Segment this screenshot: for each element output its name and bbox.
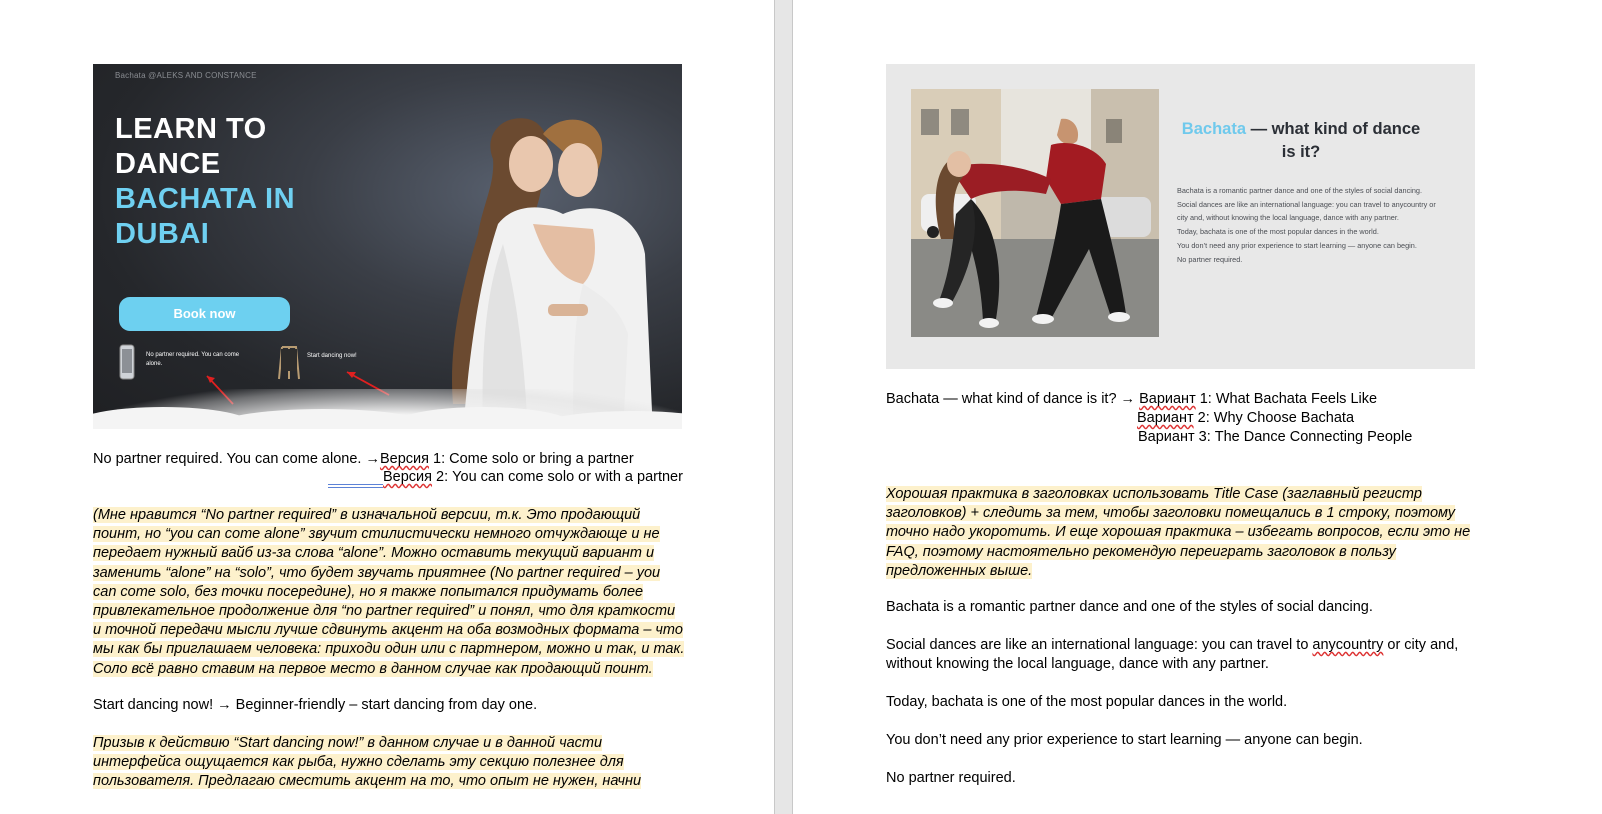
comment-line: пользователя. Предлагаю сместить акцент … bbox=[93, 773, 642, 790]
comment-line: передает нужный вайб из-за слова “alone”… bbox=[93, 545, 655, 562]
document-page-right: Bachata — what kind of dance is it? Bach… bbox=[793, 0, 1602, 814]
body-paragraph: Social dances are like an international … bbox=[886, 636, 1458, 655]
comment-line: Призыв к действию “Start dancing now!” в… bbox=[93, 735, 603, 751]
version-2-text: 2: You can come solo or with a partner bbox=[432, 469, 683, 485]
variant-word: Вариант bbox=[1137, 410, 1194, 426]
heading-variant-line-2: Вариант 2: Why Choose Bachata bbox=[1137, 409, 1354, 428]
comment-highlight-3: Хорошая практика в заголовках использова… bbox=[886, 485, 1471, 581]
banner-paragraph: No partner required. bbox=[1177, 254, 1243, 264]
hero-title: LEARN TO DANCE BACHATA IN DUBAI bbox=[115, 112, 355, 252]
variant-line-1: No partner required. You can come alone.… bbox=[93, 450, 634, 469]
variant-word: Вариант bbox=[1139, 391, 1196, 407]
variant-line-2: Версия 2: You can come solo or with a pa… bbox=[383, 468, 683, 487]
dancing-couple-illustration bbox=[452, 118, 653, 429]
banner-paragraph: You don’t need any prior experience to s… bbox=[1177, 240, 1417, 250]
comment-line: мы как бы приглашаем человека: приходи о… bbox=[93, 641, 685, 658]
body-paragraph: Bachata is a romantic partner dance and … bbox=[886, 599, 1373, 615]
hero-title-line: DANCE bbox=[115, 148, 221, 180]
banner-body: Bachata is a romantic partner dance and … bbox=[1177, 184, 1437, 266]
variant-2-text: 2: Why Choose Bachata bbox=[1193, 410, 1355, 426]
comment-line: поинт, но “you can come alone” звучит ст… bbox=[93, 526, 660, 543]
body-paragraph: No partner required. bbox=[886, 770, 1016, 786]
original-heading: Bachata — what kind of dance is it? → bbox=[886, 391, 1136, 407]
variant-line-start-dancing: Start dancing now! → Beginner-friendly –… bbox=[93, 697, 538, 713]
comment-line: предложенных выше. bbox=[886, 562, 1033, 579]
comment-line: can come solo, без точки посередине), но… bbox=[93, 583, 644, 600]
comment-line: интерфейса ощущается как рыба, нужно сде… bbox=[93, 754, 624, 771]
version-word: Версия bbox=[379, 451, 429, 467]
book-now-button[interactable]: Book now bbox=[119, 297, 290, 331]
street-dance-illustration bbox=[911, 89, 1159, 337]
banner-paragraph: Social dances are like an international … bbox=[1177, 199, 1436, 223]
version-1-text: 1: Come solo or bring a partner bbox=[428, 451, 634, 467]
comment-line: заголовков) + следить за тем, чтобы заго… bbox=[886, 505, 1456, 522]
banner-paragraph: Today, bachata is one of the most popula… bbox=[1177, 227, 1379, 237]
comment-line: привлекательное продолжение для “no part… bbox=[93, 603, 676, 620]
comment-highlight-2: Призыв к действию “Start dancing now!” в… bbox=[93, 734, 642, 792]
blue-underline-mark bbox=[328, 484, 383, 488]
page-gutter bbox=[774, 0, 793, 814]
body-paragraph: You don’t need any prior experience to s… bbox=[886, 732, 1363, 748]
body-text: Social dances are like an international … bbox=[886, 637, 1313, 653]
version-word: Версия bbox=[383, 469, 433, 485]
variant-1-text: 1: What Bachata Feels Like bbox=[1195, 391, 1378, 407]
easel-sign-icon bbox=[278, 346, 300, 380]
banner-paragraph: Bachata is a romantic partner dance and … bbox=[1177, 186, 1422, 195]
feature-start-dancing: Start dancing now! bbox=[307, 353, 357, 359]
heading-variant-line-3: Вариант 3: The Dance Connecting People bbox=[1138, 429, 1413, 445]
feature-no-partner: No partner required. You can come alone. bbox=[146, 352, 240, 367]
hero-banner-image: Bachata @ALEKS AND CONSTANCE LEARN TO DA… bbox=[93, 64, 682, 429]
heading-variant-line-1: Bachata — what kind of dance is it? → Ва… bbox=[886, 390, 1377, 409]
misspelled-word: anycountry bbox=[1312, 637, 1384, 653]
comment-line: и точной передачи мысли лучше сдвинуть а… bbox=[93, 622, 683, 639]
comment-line: FAQ, поэтому настоятельно рекомендую пер… bbox=[886, 543, 1396, 560]
comment-line: Соло всё равно ставим на первое место в … bbox=[93, 660, 653, 677]
body-paragraph: Today, bachata is one of the most popula… bbox=[886, 694, 1288, 710]
comment-line: (Мне нравится “No partner required” в из… bbox=[93, 507, 641, 523]
body-paragraph: without knowing the local language, danc… bbox=[886, 656, 1269, 672]
hero-brand: Bachata @ALEKS AND CONSTANCE bbox=[115, 71, 257, 80]
phone-icon bbox=[119, 344, 135, 380]
body-text: or city and, bbox=[1383, 637, 1459, 653]
bachata-info-banner: Bachata — what kind of dance is it? Bach… bbox=[886, 64, 1475, 369]
hero-title-line: DUBAI bbox=[115, 218, 210, 250]
hero-title-line: BACHATA IN bbox=[115, 183, 296, 215]
comment-line: точно надо укоротить. И еще хорошая прак… bbox=[886, 524, 1471, 541]
comment-highlight-1: (Мне нравится “No partner required” в из… bbox=[93, 506, 685, 679]
hero-title-line: LEARN TO bbox=[115, 113, 267, 145]
banner-title-rest: — what kind of dance is it? bbox=[1246, 120, 1421, 161]
arrow-glyph: → bbox=[365, 451, 380, 467]
banner-title-accent: Bachata bbox=[1181, 120, 1246, 138]
comment-line: Хорошая практика в заголовках использова… bbox=[886, 486, 1422, 502]
dancers-street-photo bbox=[911, 89, 1159, 337]
document-page-left: Bachata @ALEKS AND CONSTANCE LEARN TO DA… bbox=[0, 0, 774, 814]
comment-line: заменить “alone” на “solo”, что будет зв… bbox=[93, 564, 661, 581]
original-text: No partner required. You can come alone. bbox=[93, 451, 362, 467]
banner-title: Bachata — what kind of dance is it? bbox=[1176, 118, 1426, 164]
